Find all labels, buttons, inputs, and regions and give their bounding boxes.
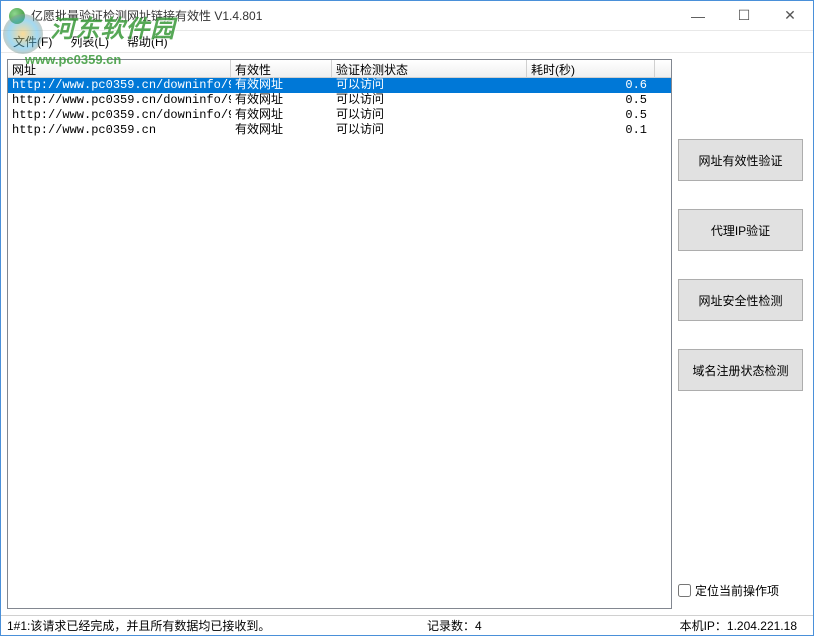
- cell-validity: 有效网址: [231, 93, 332, 108]
- cell-time: 0.1: [527, 123, 655, 138]
- cell-time: 0.5: [527, 93, 655, 108]
- menu-file[interactable]: 文件(F): [5, 31, 60, 52]
- cell-validity: 有效网址: [231, 108, 332, 123]
- menu-help[interactable]: 帮助(H): [119, 31, 176, 52]
- col-header-validity[interactable]: 有效性: [231, 60, 332, 77]
- table-row[interactable]: http://www.pc0359.cn有效网址可以访问0.1: [8, 123, 671, 138]
- cell-status: 可以访问: [332, 123, 527, 138]
- app-icon: [9, 8, 25, 24]
- status-message: 1#1:该请求已经完成，并且所有数据均已接收到。: [7, 617, 427, 634]
- table-body: http://www.pc0359.cn/downinfo/9853...有效网…: [8, 78, 671, 138]
- col-header-time[interactable]: 耗时(秒): [527, 60, 655, 77]
- window-controls: — ☐ ✕: [675, 1, 813, 30]
- table-row[interactable]: http://www.pc0359.cn/downinfo/9853...有效网…: [8, 108, 671, 123]
- cell-status: 可以访问: [332, 108, 527, 123]
- col-header-status[interactable]: 验证检测状态: [332, 60, 527, 77]
- cell-time: 0.5: [527, 108, 655, 123]
- main-area: 网址 有效性 验证检测状态 耗时(秒) http://www.pc0359.cn…: [1, 53, 813, 615]
- cell-time: 0.6: [527, 78, 655, 93]
- col-header-url[interactable]: 网址: [8, 60, 231, 77]
- table-row[interactable]: http://www.pc0359.cn/downinfo/9853...有效网…: [8, 78, 671, 93]
- side-panel: 网址有效性验证 代理IP验证 网址安全性检测 域名注册状态检测 定位当前操作项: [678, 53, 813, 615]
- results-table[interactable]: 网址 有效性 验证检测状态 耗时(秒) http://www.pc0359.cn…: [7, 59, 672, 609]
- locate-current-checkbox[interactable]: 定位当前操作项: [678, 582, 803, 599]
- menu-list[interactable]: 列表(L): [62, 31, 117, 52]
- domain-status-button[interactable]: 域名注册状态检测: [678, 349, 803, 391]
- cell-url: http://www.pc0359.cn: [8, 123, 231, 138]
- statusbar: 1#1:该请求已经完成，并且所有数据均已接收到。 记录数：4 本机IP：1.20…: [1, 615, 813, 635]
- validate-url-button[interactable]: 网址有效性验证: [678, 139, 803, 181]
- locate-current-checkbox-input[interactable]: [678, 584, 691, 597]
- close-button[interactable]: ✕: [767, 1, 813, 30]
- cell-status: 可以访问: [332, 78, 527, 93]
- cell-validity: 有效网址: [231, 78, 332, 93]
- security-check-button[interactable]: 网址安全性检测: [678, 279, 803, 321]
- status-local-ip: 本机IP：1.204.221.18: [627, 617, 807, 634]
- cell-url: http://www.pc0359.cn/downinfo/9853...: [8, 93, 231, 108]
- cell-url: http://www.pc0359.cn/downinfo/9853...: [8, 78, 231, 93]
- window-title: 亿愿批量验证检测网址链接有效性 V1.4.801: [31, 7, 675, 24]
- window-titlebar: 亿愿批量验证检测网址链接有效性 V1.4.801 — ☐ ✕: [1, 1, 813, 31]
- cell-validity: 有效网址: [231, 123, 332, 138]
- cell-url: http://www.pc0359.cn/downinfo/9853...: [8, 108, 231, 123]
- proxy-ip-button[interactable]: 代理IP验证: [678, 209, 803, 251]
- maximize-button[interactable]: ☐: [721, 1, 767, 30]
- table-header: 网址 有效性 验证检测状态 耗时(秒): [8, 60, 671, 78]
- locate-current-label: 定位当前操作项: [695, 582, 779, 599]
- status-record-count: 记录数：4: [427, 617, 627, 634]
- cell-status: 可以访问: [332, 93, 527, 108]
- table-row[interactable]: http://www.pc0359.cn/downinfo/9853...有效网…: [8, 93, 671, 108]
- minimize-button[interactable]: —: [675, 1, 721, 30]
- menubar: 文件(F) 列表(L) 帮助(H): [1, 31, 813, 53]
